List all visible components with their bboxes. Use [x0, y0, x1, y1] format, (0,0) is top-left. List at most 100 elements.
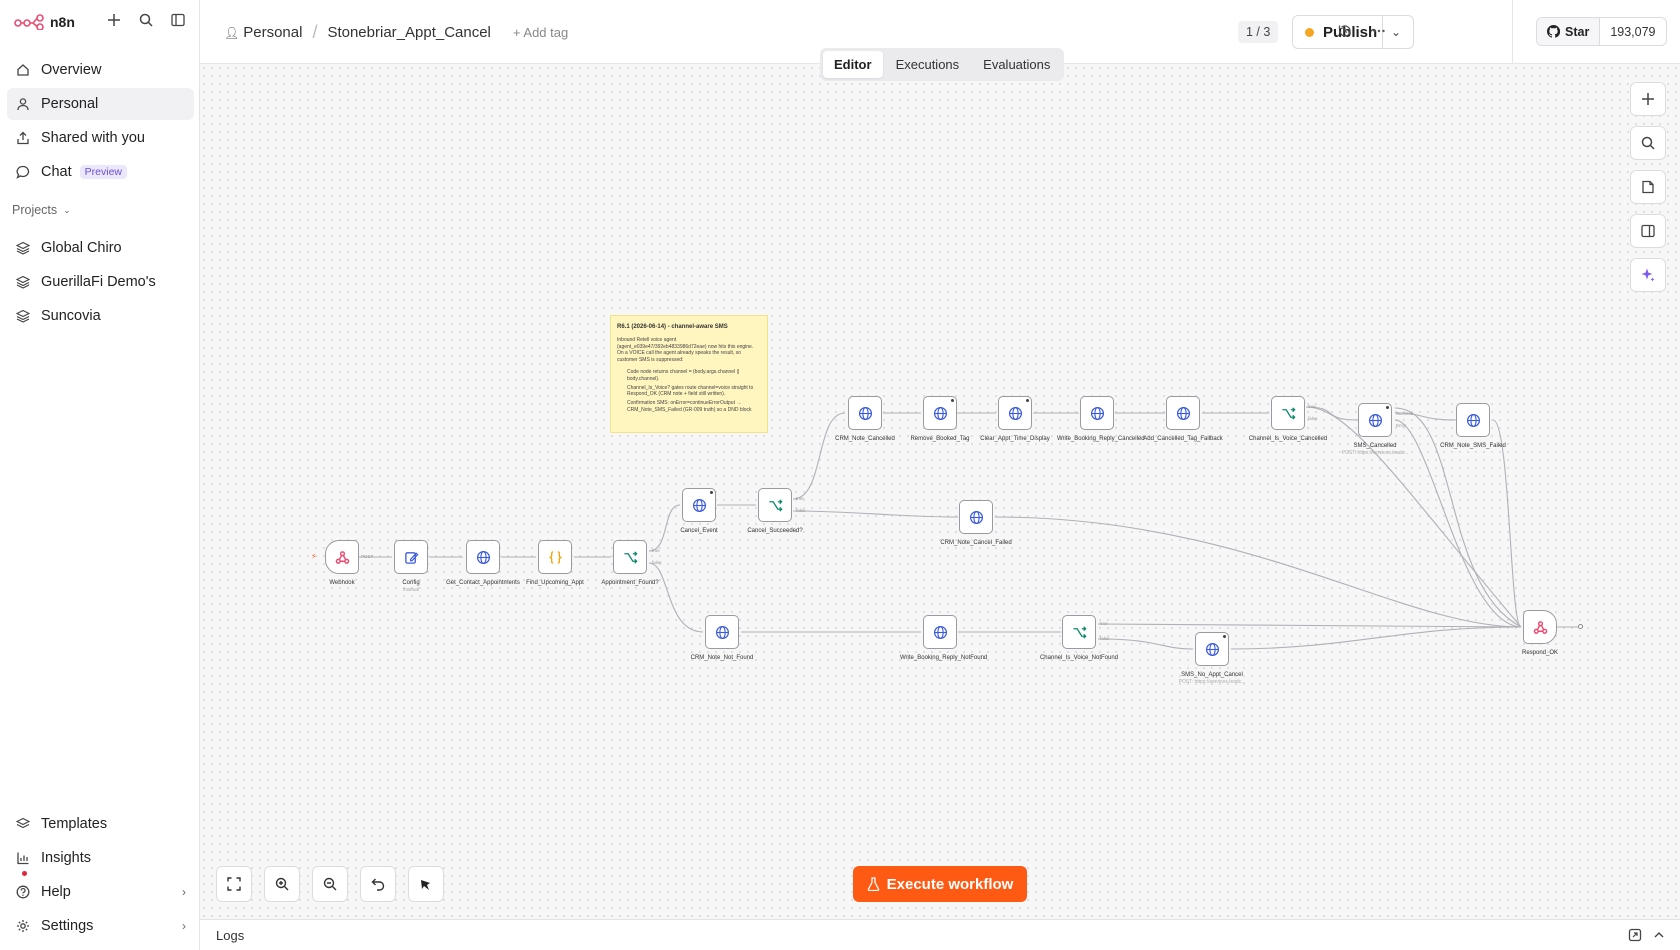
- execute-workflow-button[interactable]: Execute workflow: [853, 866, 1027, 902]
- search-nodes-button[interactable]: [1630, 126, 1666, 160]
- project-item[interactable]: Global Chiro: [7, 232, 194, 264]
- node-crm-note-not-found[interactable]: [705, 615, 739, 649]
- github-star-widget[interactable]: Star 193,079: [1536, 17, 1667, 46]
- node-webhook[interactable]: [325, 540, 359, 574]
- nav-overview[interactable]: Overview: [7, 54, 194, 86]
- port-label: true: [652, 548, 660, 553]
- nav-settings[interactable]: Settings ›: [7, 910, 194, 942]
- ai-assistant-button[interactable]: [1630, 258, 1666, 292]
- nav-label: Chat: [41, 164, 72, 180]
- broom-icon: [421, 880, 430, 890]
- templates-icon: [15, 816, 31, 832]
- nav-label: Templates: [41, 816, 108, 832]
- tab-evaluations[interactable]: Evaluations: [972, 51, 1061, 78]
- node-label: Clear_Appt_Time_Display: [980, 436, 1050, 442]
- node-label: Write_Booking_Reply_Cancelled: [1057, 436, 1145, 442]
- add-sticky-button[interactable]: [1630, 170, 1666, 204]
- brand[interactable]: n8n: [14, 12, 75, 32]
- nav-personal[interactable]: Personal: [7, 88, 194, 120]
- globe-icon: [1176, 406, 1190, 420]
- help-icon: [15, 884, 31, 900]
- node-sms-no-appt-cancel[interactable]: [1195, 632, 1229, 666]
- sticky-bullet: Code node returns channel = (body.args.c…: [627, 368, 740, 382]
- node-respond-ok[interactable]: [1523, 610, 1557, 644]
- node-write-booking-reply-notfound[interactable]: [923, 615, 957, 649]
- node-crm-note-cancel-failed[interactable]: [959, 500, 993, 534]
- node-appointment-found[interactable]: [613, 540, 647, 574]
- node-channel-is-voice-cancelled[interactable]: [1271, 396, 1305, 430]
- logs-panel[interactable]: Logs: [200, 919, 1680, 950]
- share-icon: [15, 130, 31, 146]
- node-remove-booked-tag[interactable]: [923, 396, 957, 430]
- node-label: SMS_No_Appt_Cancel: [1181, 672, 1243, 678]
- node-label: Channel_Is_Voice_Cancelled: [1248, 436, 1328, 442]
- insights-icon: [15, 850, 31, 866]
- plus-icon[interactable]: [106, 12, 122, 28]
- node-clear-appt-time-display[interactable]: [998, 396, 1032, 430]
- status-dot: [1305, 27, 1314, 37]
- breadcrumb: 👤︎ Personal / Stonebriar_Appt_Cancel + A…: [224, 22, 568, 43]
- node-crm-note-cancelled[interactable]: [848, 396, 882, 430]
- node-get-contact-appointments[interactable]: [466, 540, 500, 574]
- node-config[interactable]: [394, 540, 428, 574]
- sticky-list: Code node returns channel = (body.args.c…: [617, 369, 761, 414]
- node-label: Appointment_Found?: [601, 580, 659, 586]
- github-star-button[interactable]: Star: [1537, 18, 1601, 45]
- nav-help[interactable]: Help ›: [7, 876, 194, 908]
- code-icon: [548, 550, 562, 564]
- breadcrumb-project[interactable]: Personal: [243, 24, 302, 41]
- tidy-up-button[interactable]: [408, 866, 444, 902]
- node-add-cancelled-tag-fallback[interactable]: [1166, 396, 1200, 430]
- output-port[interactable]: [1578, 624, 1583, 629]
- nav-templates[interactable]: Templates: [7, 808, 194, 840]
- divider: [1512, 0, 1513, 64]
- chevron-up-icon[interactable]: [1652, 928, 1666, 942]
- globe-icon: [1205, 642, 1219, 656]
- globe-icon: [969, 510, 983, 524]
- sidebar-toggle-icon[interactable]: [170, 12, 186, 28]
- port-label: false: [1308, 416, 1318, 421]
- port-label: Error: [1396, 423, 1406, 428]
- history-icon[interactable]: [1338, 24, 1354, 40]
- node-crm-note-sms-failed[interactable]: [1456, 403, 1490, 437]
- add-node-button[interactable]: [1630, 82, 1666, 116]
- node-cancel-event[interactable]: [682, 488, 716, 522]
- workflow-name[interactable]: Stonebriar_Appt_Cancel: [327, 24, 490, 41]
- more-icon[interactable]: [1372, 24, 1388, 40]
- zoom-in-icon: [275, 877, 289, 891]
- pop-out-icon[interactable]: [1628, 928, 1642, 942]
- node-write-booking-reply-cancelled[interactable]: [1080, 396, 1114, 430]
- zoom-in-button[interactable]: [264, 866, 300, 902]
- zoom-out-button[interactable]: [312, 866, 348, 902]
- nav-shared[interactable]: Shared with you: [7, 122, 194, 154]
- node-sms-cancelled[interactable]: [1358, 403, 1392, 437]
- sticky-note[interactable]: R6.1 (2026-06-14) - channel-aware SMS In…: [610, 315, 768, 433]
- project-item[interactable]: Suncovia: [7, 300, 194, 332]
- toggle-panel-button[interactable]: [1630, 214, 1666, 248]
- nav-label: Insights: [41, 850, 91, 866]
- pin-dot: [1386, 406, 1389, 409]
- nav-label: Overview: [41, 62, 102, 78]
- nav-chat[interactable]: Chat Preview: [7, 156, 194, 188]
- add-tag-button[interactable]: + Add tag: [513, 25, 568, 40]
- undo-button[interactable]: [360, 866, 396, 902]
- node-channel-is-voice-notfound[interactable]: [1062, 615, 1096, 649]
- node-find-upcoming-appt[interactable]: [538, 540, 572, 574]
- tab-editor[interactable]: Editor: [823, 51, 883, 78]
- projects-heading[interactable]: Projects ⌄: [12, 203, 71, 217]
- layers-icon: [15, 308, 31, 324]
- sticky-note-icon: [1642, 180, 1654, 194]
- node-label: CRM_Note_Not_Found: [690, 655, 754, 661]
- workflow-canvas[interactable]: R6.1 (2026-06-14) - channel-aware SMS In…: [200, 64, 1680, 919]
- fit-view-button[interactable]: [216, 866, 252, 902]
- nav-insights[interactable]: Insights: [7, 842, 194, 874]
- node-cancel-succeeded[interactable]: [758, 488, 792, 522]
- chevron-down-icon[interactable]: ⌄: [1391, 25, 1401, 39]
- user-icon: 👤︎: [224, 25, 240, 40]
- project-item[interactable]: GuerillaFi Demo's: [7, 266, 194, 298]
- node-label: Write_Booking_Reply_NotFound: [900, 655, 988, 661]
- main-nav: Overview Personal Shared with you Chat P…: [7, 54, 194, 190]
- n8n-logo-icon: [14, 14, 44, 30]
- tab-executions[interactable]: Executions: [885, 51, 971, 78]
- search-icon[interactable]: [138, 12, 154, 28]
